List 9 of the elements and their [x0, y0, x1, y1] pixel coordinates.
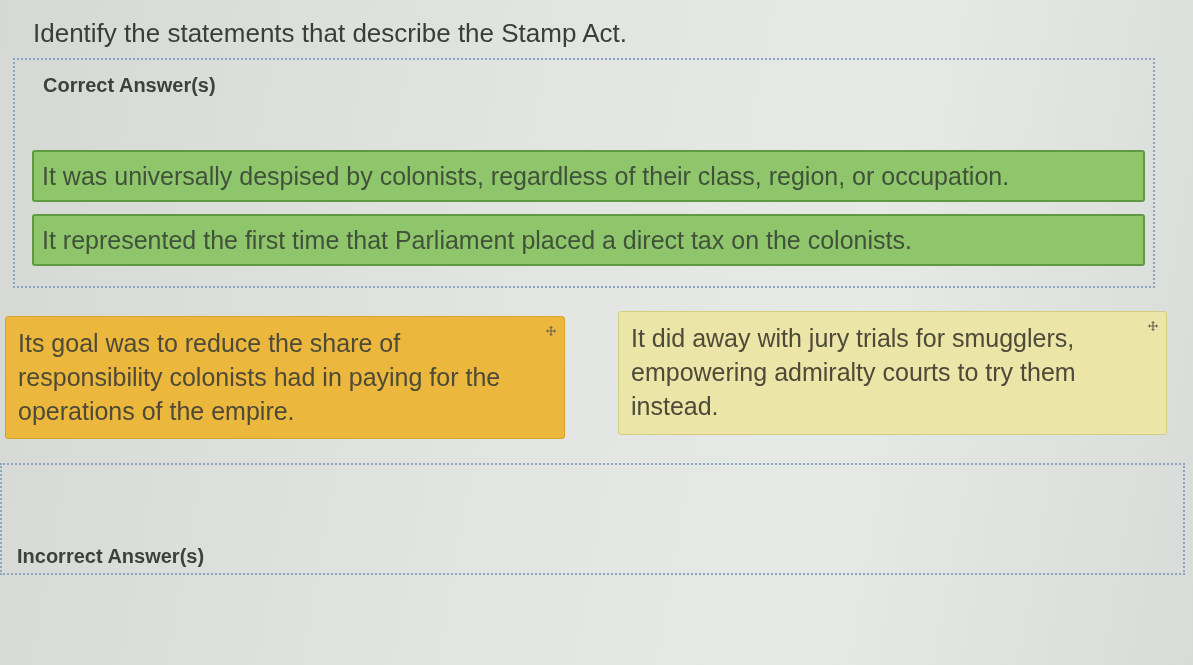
question-text: Identify the statements that describe the Stamp Act.	[33, 17, 627, 50]
move-icon	[1148, 321, 1158, 331]
answer-card[interactable]: It did away with jury trials for smugglers, empowering admiralty courts to try them instead.	[618, 311, 1167, 435]
zone-label: Correct Answer(s)	[43, 73, 216, 98]
zone-label: Incorrect Answer(s)	[17, 544, 205, 569]
move-icon	[546, 326, 556, 336]
placed-answer-card[interactable]: It represented the first time that Parliament placed a direct tax on the colonists.	[32, 214, 1145, 266]
answer-card[interactable]: Its goal was to reduce the share of responsibility colonists had in paying for the operations of the empire.	[5, 316, 565, 439]
placed-answer-card[interactable]: It was universally despised by colonists, regardless of their class, region, or occupation.	[32, 150, 1145, 202]
